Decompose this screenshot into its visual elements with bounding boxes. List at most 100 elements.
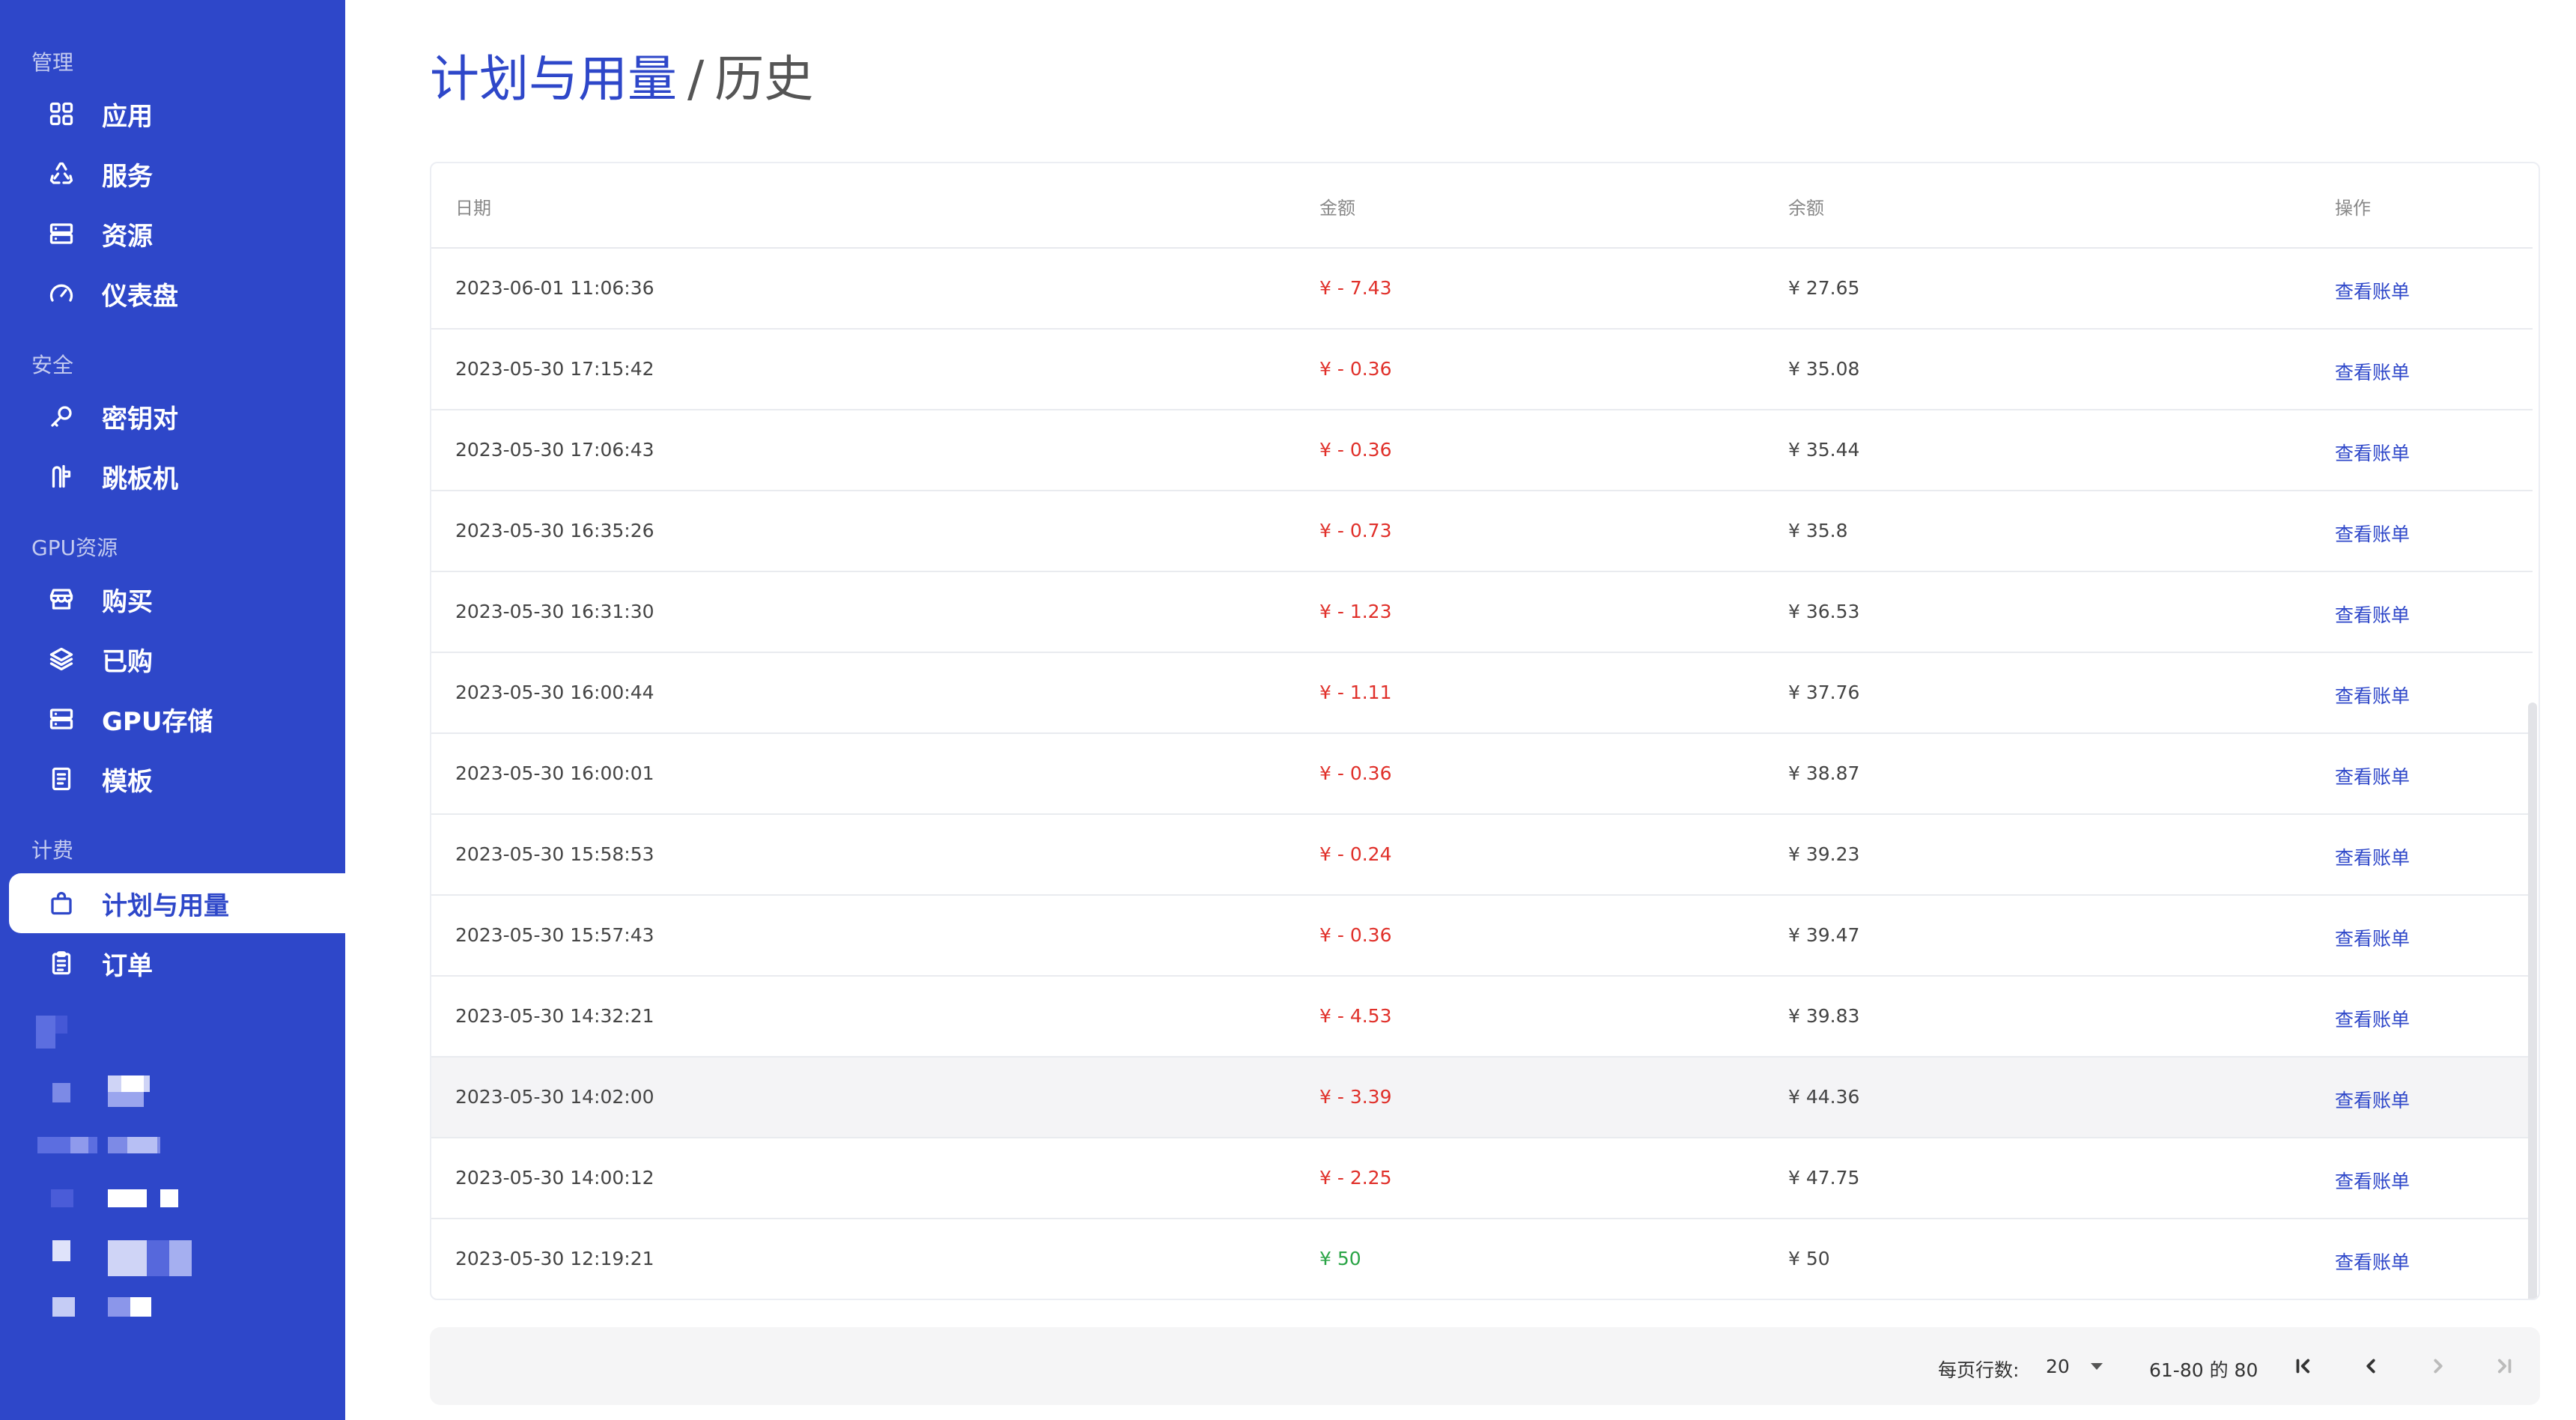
row-date: 2023-05-30 17:15:42 bbox=[455, 358, 654, 380]
row-balance: ¥ 44.36 bbox=[1788, 1086, 1860, 1108]
page-range: 61-80 的 80 bbox=[2149, 1359, 2258, 1381]
view-bill-link[interactable]: 查看账单 bbox=[2335, 439, 2410, 466]
view-bill-link[interactable]: 查看账单 bbox=[2335, 277, 2410, 304]
row-amount: ¥ - 2.25 bbox=[1319, 1167, 1392, 1189]
sidebar-section-billing: 计费 bbox=[31, 838, 74, 863]
view-bill-link[interactable]: 查看账单 bbox=[2335, 601, 2410, 628]
sidebar-item-purchased[interactable]: 已购 bbox=[9, 629, 345, 689]
row-date: 2023-05-30 16:00:01 bbox=[455, 762, 654, 784]
view-bill-link[interactable]: 查看账单 bbox=[2335, 1167, 2410, 1194]
view-bill-link[interactable]: 查看账单 bbox=[2335, 1248, 2410, 1275]
table-row: 2023-05-30 16:00:44 ¥ - 1.11 ¥ 37.76 查看账单 bbox=[431, 653, 2533, 734]
row-amount: ¥ - 1.11 bbox=[1319, 682, 1392, 703]
view-bill-link[interactable]: 查看账单 bbox=[2335, 1086, 2410, 1113]
sidebar-item-label: 跳板机 bbox=[102, 464, 178, 494]
row-date: 2023-05-30 17:06:43 bbox=[455, 439, 654, 461]
view-bill-link[interactable]: 查看账单 bbox=[2335, 358, 2410, 385]
column-header-action: 操作 bbox=[2335, 198, 2371, 219]
rows-per-page-select[interactable]: 20 bbox=[2046, 1351, 2103, 1381]
sidebar-item-keypairs[interactable]: 密钥对 bbox=[9, 386, 345, 446]
view-bill-link[interactable]: 查看账单 bbox=[2335, 520, 2410, 547]
row-date: 2023-06-01 11:06:36 bbox=[455, 277, 654, 299]
table-row: 2023-05-30 14:02:00 ¥ - 3.39 ¥ 44.36 查看账单 bbox=[431, 1058, 2533, 1138]
view-bill-link[interactable]: 查看账单 bbox=[2335, 843, 2410, 870]
sidebar-item-label: 资源 bbox=[102, 221, 153, 252]
breadcrumb-history: 历史 bbox=[714, 50, 814, 108]
row-balance: ¥ 39.83 bbox=[1788, 1005, 1860, 1027]
row-amount: ¥ - 0.73 bbox=[1319, 520, 1392, 541]
sidebar-item-jumpserver[interactable]: 跳板机 bbox=[9, 446, 345, 506]
row-date: 2023-05-30 14:32:21 bbox=[455, 1005, 654, 1027]
view-bill-link[interactable]: 查看账单 bbox=[2335, 762, 2410, 789]
last-page-icon bbox=[2497, 1359, 2512, 1374]
sidebar-item-apps[interactable]: 应用 bbox=[9, 84, 345, 144]
previous-page-button[interactable] bbox=[2354, 1350, 2387, 1383]
server-icon bbox=[46, 219, 76, 249]
row-amount: ¥ - 0.36 bbox=[1319, 439, 1392, 461]
row-date: 2023-05-30 15:57:43 bbox=[455, 924, 654, 946]
row-balance: ¥ 27.65 bbox=[1788, 277, 1860, 299]
first-page-button[interactable] bbox=[2287, 1350, 2320, 1383]
chevron-left-icon bbox=[2366, 1359, 2375, 1374]
sidebar-item-resources[interactable]: 资源 bbox=[9, 204, 345, 264]
row-date: 2023-05-30 12:19:21 bbox=[455, 1248, 654, 1269]
sidebar-item-gpu-storage[interactable]: GPU存储 bbox=[9, 689, 345, 749]
sidebar-item-buy[interactable]: 购买 bbox=[9, 569, 345, 629]
rows-per-page-value: 20 bbox=[2046, 1355, 2070, 1377]
row-balance: ¥ 36.53 bbox=[1788, 601, 1860, 622]
table-row: 2023-05-30 15:58:53 ¥ - 0.24 ¥ 39.23 查看账单 bbox=[431, 815, 2533, 896]
sidebar-item-label: 已购 bbox=[102, 646, 153, 677]
row-balance: ¥ 35.8 bbox=[1788, 520, 1848, 541]
row-amount: ¥ - 0.36 bbox=[1319, 924, 1392, 946]
row-amount: ¥ - 7.43 bbox=[1319, 277, 1392, 299]
sidebar-section-manage: 管理 bbox=[31, 50, 74, 75]
row-amount: ¥ - 3.39 bbox=[1319, 1086, 1392, 1108]
row-amount: ¥ 50 bbox=[1319, 1248, 1361, 1269]
table-row: 2023-05-30 15:57:43 ¥ - 0.36 ¥ 39.47 查看账单 bbox=[431, 896, 2533, 977]
document-icon bbox=[46, 764, 76, 794]
row-balance: ¥ 39.23 bbox=[1788, 843, 1860, 865]
row-balance: ¥ 37.76 bbox=[1788, 682, 1860, 703]
chevron-right-icon bbox=[2434, 1359, 2443, 1374]
row-date: 2023-05-30 14:02:00 bbox=[455, 1086, 654, 1108]
first-page-icon bbox=[2296, 1359, 2310, 1374]
sidebar-item-orders[interactable]: 订单 bbox=[9, 933, 345, 993]
sidebar-item-dashboard[interactable]: 仪表盘 bbox=[9, 264, 345, 324]
sidebar-item-label: 应用 bbox=[102, 101, 153, 132]
column-header-date: 日期 bbox=[455, 198, 491, 219]
view-bill-link[interactable]: 查看账单 bbox=[2335, 924, 2410, 951]
table-scrollbar[interactable] bbox=[2528, 703, 2537, 1299]
table-row: 2023-05-30 16:31:30 ¥ - 1.23 ¥ 36.53 查看账单 bbox=[431, 572, 2533, 653]
sidebar-item-label: 服务 bbox=[102, 161, 153, 192]
key-icon bbox=[46, 401, 76, 431]
row-amount: ¥ - 1.23 bbox=[1319, 601, 1392, 622]
row-amount: ¥ - 0.36 bbox=[1319, 762, 1392, 784]
sidebar-item-label: 仪表盘 bbox=[102, 281, 178, 312]
table-row: 2023-05-30 17:15:42 ¥ - 0.36 ¥ 35.08 查看账单 bbox=[431, 330, 2533, 410]
view-bill-link[interactable]: 查看账单 bbox=[2335, 682, 2410, 709]
sidebar-item-templates[interactable]: 模板 bbox=[9, 749, 345, 809]
sidebar-item-label: 计划与用量 bbox=[102, 890, 229, 921]
sidebar-item-services[interactable]: 服务 bbox=[9, 144, 345, 204]
row-amount: ¥ - 0.24 bbox=[1319, 843, 1392, 865]
row-balance: ¥ 50 bbox=[1788, 1248, 1830, 1269]
page-title: 计划与用量 / 历史 bbox=[430, 39, 813, 111]
last-page-button[interactable] bbox=[2488, 1350, 2521, 1383]
sidebar-item-plan-usage[interactable]: 计划与用量 bbox=[9, 873, 345, 933]
table-row: 2023-05-30 14:32:21 ¥ - 4.53 ¥ 39.83 查看账单 bbox=[431, 977, 2533, 1058]
server-icon bbox=[46, 704, 76, 734]
table-row: 2023-06-01 11:06:36 ¥ - 7.43 ¥ 27.65 查看账单 bbox=[431, 249, 2533, 330]
breadcrumb-plan-usage[interactable]: 计划与用量 bbox=[430, 50, 677, 108]
row-date: 2023-05-30 16:00:44 bbox=[455, 682, 654, 703]
view-bill-link[interactable]: 查看账单 bbox=[2335, 1005, 2410, 1032]
row-date: 2023-05-30 16:35:26 bbox=[455, 520, 654, 541]
table-row: 2023-05-30 14:00:12 ¥ - 2.25 ¥ 47.75 查看账单 bbox=[431, 1138, 2533, 1219]
row-balance: ¥ 35.08 bbox=[1788, 358, 1860, 380]
bag-icon bbox=[46, 888, 76, 918]
table-row: 2023-05-30 17:06:43 ¥ - 0.36 ¥ 35.44 查看账单 bbox=[431, 410, 2533, 491]
sidebar-item-label: 订单 bbox=[102, 950, 153, 981]
table-row: 2023-05-30 12:19:21 ¥ 50 ¥ 50 查看账单 bbox=[431, 1219, 2533, 1299]
column-header-amount: 金额 bbox=[1319, 198, 1355, 219]
next-page-button[interactable] bbox=[2422, 1350, 2455, 1383]
history-table: 日期 金额 余额 操作 2023-06-01 11:06:36 ¥ - 7.43 ¥… bbox=[430, 162, 2540, 1300]
